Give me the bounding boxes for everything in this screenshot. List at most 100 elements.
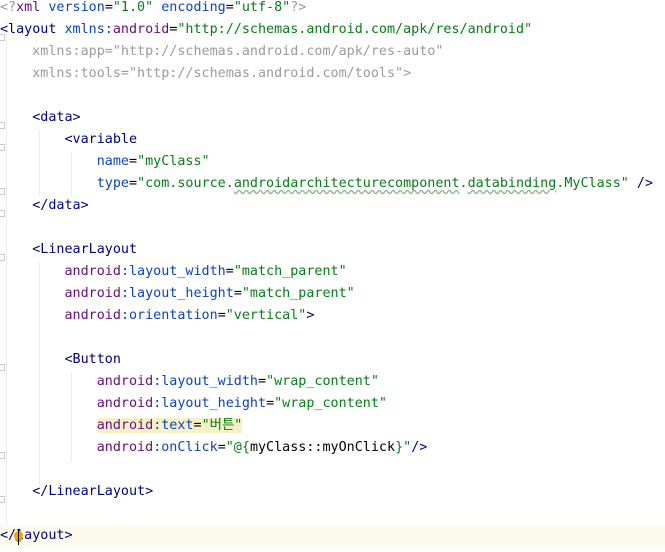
code-token: "1.0" (112, 0, 154, 15)
code-token: android (64, 264, 121, 279)
code-token: android (112, 22, 170, 37)
code-token: ?> (290, 0, 307, 15)
code-line[interactable] (0, 327, 665, 349)
code-token: :layout_height (120, 286, 234, 301)
code-token: type (96, 176, 129, 191)
code-token: :onClick (153, 440, 218, 455)
code-token: = (217, 308, 226, 323)
text-cursor (18, 530, 19, 545)
code-token: "vertical" (225, 308, 307, 323)
code-line[interactable] (0, 217, 665, 239)
code-token: "utf-8" (233, 0, 291, 15)
code-line[interactable] (0, 503, 665, 525)
code-line[interactable]: android:layout_width="match_parent" (0, 261, 665, 283)
code-token: "@{ (225, 440, 250, 455)
code-token: = (217, 440, 226, 455)
code-token: xmlns: (64, 22, 113, 37)
code-token: <variable (64, 132, 138, 147)
code-token: </LinearLayout> (32, 484, 154, 499)
code-token: /> (636, 176, 654, 191)
code-line[interactable]: <layout xmlns:android="http://schemas.an… (0, 19, 665, 41)
code-line[interactable]: android:orientation="vertical"> (0, 305, 665, 327)
code-line[interactable]: android:text="버튼" (0, 415, 665, 437)
code-token: <Button (64, 352, 121, 367)
code-token: :text (153, 418, 194, 433)
code-line[interactable] (0, 85, 665, 107)
code-line[interactable]: xmlns:app="http://schemas.android.com/ap… (0, 41, 665, 63)
code-token: }" (395, 440, 412, 455)
code-token: "wrap_content" (274, 396, 387, 411)
code-token: = (104, 0, 113, 15)
code-editor[interactable]: <?xml version="1.0" encoding="utf-8"?> <l… (0, 0, 665, 552)
code-token: "match_parent" (233, 264, 347, 279)
code-line[interactable]: <Button (0, 349, 665, 371)
code-token: android (96, 418, 154, 433)
code-token: android (96, 440, 154, 455)
code-token: = (225, 0, 234, 15)
code-token: "com.source. (137, 176, 234, 191)
code-token: = (225, 264, 234, 279)
code-line[interactable]: android:onClick="@{myClass::myOnClick}"/… (0, 437, 665, 459)
code-token: name (96, 154, 129, 169)
code-line[interactable]: android:layout_width="wrap_content" (0, 371, 665, 393)
code-token: :layout_width (120, 264, 226, 279)
code-token: encoding (161, 0, 226, 15)
code-token: :orientation (120, 308, 218, 323)
code-line[interactable]: <data> (0, 107, 665, 129)
code-token: :layout_width (153, 374, 258, 389)
code-token: <? (0, 0, 17, 15)
code-token: version (48, 0, 105, 15)
code-token: "match_parent" (241, 286, 355, 301)
code-line[interactable]: </LinearLayout> (0, 481, 665, 503)
code-line[interactable]: name="myClass" (0, 151, 665, 173)
code-token: xmlns:tools="http://schemas.android.com/… (32, 66, 412, 81)
code-token: android (64, 286, 121, 301)
code-token: > (306, 308, 315, 323)
code-line[interactable]: xmlns:tools="http://schemas.android.com/… (0, 63, 665, 85)
code-token: androidarchitecturecomponent (233, 176, 460, 191)
code-token: = (233, 286, 242, 301)
code-token: android (96, 396, 154, 411)
code-token: "wrap_content" (266, 374, 379, 389)
code-line[interactable]: android:layout_height="match_parent" (0, 283, 665, 305)
code-line[interactable]: android:layout_height="wrap_content" (0, 393, 665, 415)
code-token: "http://schemas.android.com/apk/res/andr… (177, 22, 533, 37)
code-token: "버튼" (201, 418, 243, 433)
code-token: xml (16, 0, 49, 15)
code-token: xmlns:app="http://schemas.android.com/ap… (32, 44, 444, 59)
code-line[interactable]: </layout> (0, 525, 665, 547)
code-line[interactable]: <LinearLayout (0, 239, 665, 261)
code-line[interactable]: type="com.source.androidarchitecturecomp… (0, 173, 665, 195)
code-token: <layout (0, 22, 65, 37)
code-token: "myClass" (137, 154, 210, 169)
code-token: android (96, 374, 154, 389)
code-line[interactable]: <?xml version="1.0" encoding="utf-8"?> (0, 0, 665, 19)
code-token: myClass::myOnClick (249, 440, 396, 455)
code-token: .MyClass" (556, 176, 629, 191)
code-token: android (64, 308, 121, 323)
code-token: databinding (467, 176, 557, 191)
code-line[interactable]: </data> (0, 195, 665, 217)
code-token: = (193, 418, 202, 433)
code-token: = (266, 396, 275, 411)
code-line[interactable]: <variable (0, 129, 665, 151)
code-token: = (129, 176, 138, 191)
code-token: :layout_height (153, 396, 267, 411)
code-line[interactable] (0, 459, 665, 481)
